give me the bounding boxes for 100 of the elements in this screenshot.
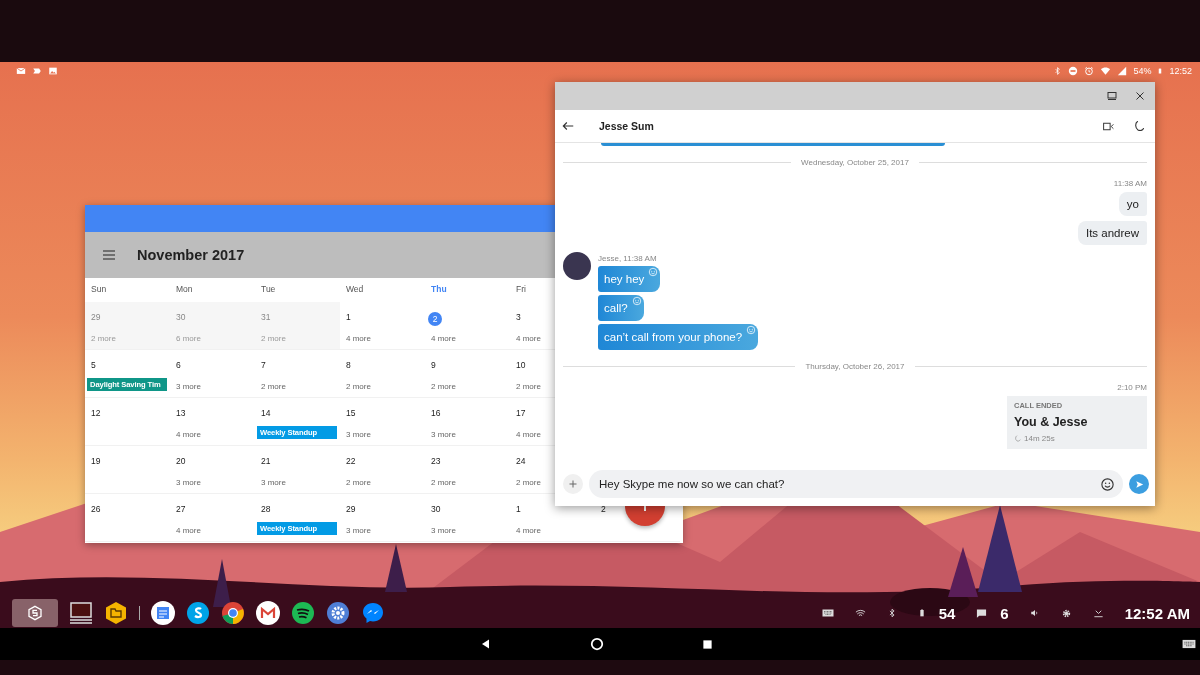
weekday-label: Wed	[345, 283, 365, 296]
more-events-link[interactable]: 3 more	[346, 526, 371, 535]
more-events-link[interactable]: 2 more	[431, 382, 456, 391]
laptop-icon[interactable]	[69, 601, 93, 625]
day-number: 20	[176, 456, 186, 466]
date-divider: Wednesday, October 25, 2017	[801, 158, 909, 167]
more-events-link[interactable]: 4 more	[431, 334, 456, 343]
more-events-link[interactable]: 4 more	[516, 334, 541, 343]
more-events-link[interactable]: 3 more	[261, 478, 286, 487]
battery-level: 54	[938, 604, 956, 622]
cast-icon	[32, 66, 42, 76]
overview-icon[interactable]	[702, 638, 713, 650]
clock-time: 12:52 AM	[1124, 604, 1190, 622]
sender-time: Jesse, 11:38 AM	[598, 254, 657, 263]
day-number: 1	[346, 312, 351, 322]
day-number: 30	[176, 312, 186, 322]
keyboard-icon[interactable]	[1182, 637, 1196, 651]
settings-icon[interactable]	[1060, 607, 1072, 619]
clock-time: 12:52	[1169, 66, 1192, 76]
day-number: 24	[516, 456, 526, 466]
notification-count: 6	[1000, 604, 1009, 622]
chat-app-icon[interactable]	[186, 601, 210, 625]
weekday-label: Tue	[260, 283, 277, 296]
battery-icon[interactable]	[917, 607, 926, 619]
bluetooth-icon	[1053, 66, 1063, 76]
more-events-link[interactable]: 2 more	[516, 478, 541, 487]
more-events-link[interactable]: 3 more	[176, 382, 201, 391]
image-icon	[48, 66, 58, 76]
back-icon[interactable]	[480, 638, 492, 650]
weekday-label: Sun	[90, 283, 108, 296]
more-events-link[interactable]: 4 more	[516, 526, 541, 535]
send-button[interactable]	[1129, 474, 1149, 494]
day-number: 26	[91, 504, 101, 514]
day-number: 5	[91, 360, 96, 370]
date-divider: Thursday, October 26, 2017	[805, 362, 905, 371]
wifi-icon[interactable]	[854, 607, 866, 619]
close-icon[interactable]	[1134, 90, 1146, 102]
message-field[interactable]: Hey Skype me now so we can chat?	[589, 470, 1123, 498]
message-input[interactable]: Hey Skype me now so we can chat?	[599, 478, 1100, 490]
more-events-link[interactable]: 2 more	[261, 382, 286, 391]
weekday-label: Thu	[430, 283, 448, 296]
day-number: 7	[261, 360, 266, 370]
browser-icon[interactable]	[221, 601, 245, 625]
more-events-link[interactable]: 4 more	[176, 526, 201, 535]
more-events-link[interactable]: 2 more	[431, 478, 456, 487]
contact-name: Jesse Sum	[599, 120, 655, 132]
hexagon-logo-icon	[27, 605, 43, 621]
message-icon[interactable]	[976, 607, 988, 619]
mail-icon	[16, 66, 26, 76]
day-number: 30	[431, 504, 441, 514]
more-events-link[interactable]: 3 more	[346, 430, 371, 439]
do-not-disturb-icon	[1068, 66, 1079, 76]
more-events-link[interactable]: 4 more	[346, 334, 371, 343]
messenger-icon[interactable]	[361, 601, 385, 625]
battery-icon	[1157, 66, 1164, 76]
day-number: 21	[261, 456, 271, 466]
day-number: 17	[516, 408, 526, 418]
send-icon	[1133, 478, 1145, 490]
day-number: 15	[346, 408, 356, 418]
weekday-label: Fri	[515, 283, 527, 296]
phone-icon	[1014, 435, 1021, 442]
tree-drawing	[213, 559, 231, 607]
more-events-link[interactable]: 2 more	[346, 382, 371, 391]
volume-icon[interactable]	[1029, 608, 1040, 618]
menu-icon[interactable]	[101, 247, 117, 263]
more-events-link[interactable]: 3 more	[176, 478, 201, 487]
more-events-link[interactable]: 2 more	[346, 478, 371, 487]
restore-window-icon[interactable]	[1106, 90, 1118, 102]
day-number: 22	[346, 456, 356, 466]
day-number: 1	[516, 504, 521, 514]
calendar-icon[interactable]	[151, 601, 175, 625]
launcher-button[interactable]	[12, 599, 58, 627]
mail-icon[interactable]	[256, 601, 280, 625]
folder-icon[interactable]	[104, 601, 128, 625]
battery-percent: 54%	[1133, 66, 1152, 76]
add-event-button[interactable]	[625, 506, 665, 526]
home-icon[interactable]	[590, 637, 604, 651]
message-text: can’t call from your phone?	[604, 331, 743, 343]
more-events-link[interactable]: 3 more	[431, 526, 456, 535]
more-events-link[interactable]: 2 more	[516, 382, 541, 391]
keyboard-icon[interactable]	[821, 607, 834, 619]
day-number: 14	[261, 408, 271, 418]
alarm-icon	[1084, 66, 1095, 76]
weekday-label: Mon	[175, 283, 194, 296]
message-time: 2:10 PM	[1117, 383, 1147, 392]
day-number: 28	[261, 504, 271, 514]
day-number: 13	[176, 408, 186, 418]
more-events-link[interactable]: 4 more	[516, 430, 541, 439]
day-number: 9	[431, 360, 436, 370]
music-app-icon[interactable]	[291, 601, 315, 625]
day-number: 23	[431, 456, 441, 466]
settings-icon[interactable]	[326, 601, 350, 625]
phone-icon[interactable]	[1133, 120, 1145, 132]
day-number: 8	[346, 360, 351, 370]
back-arrow-icon[interactable]	[561, 119, 575, 133]
day-number: 2	[601, 504, 606, 514]
emoji-icon[interactable]	[1100, 476, 1115, 492]
more-events-link[interactable]: 3 more	[431, 430, 456, 439]
more-events-link[interactable]: 4 more	[176, 430, 201, 439]
day-number: 3	[516, 312, 521, 322]
